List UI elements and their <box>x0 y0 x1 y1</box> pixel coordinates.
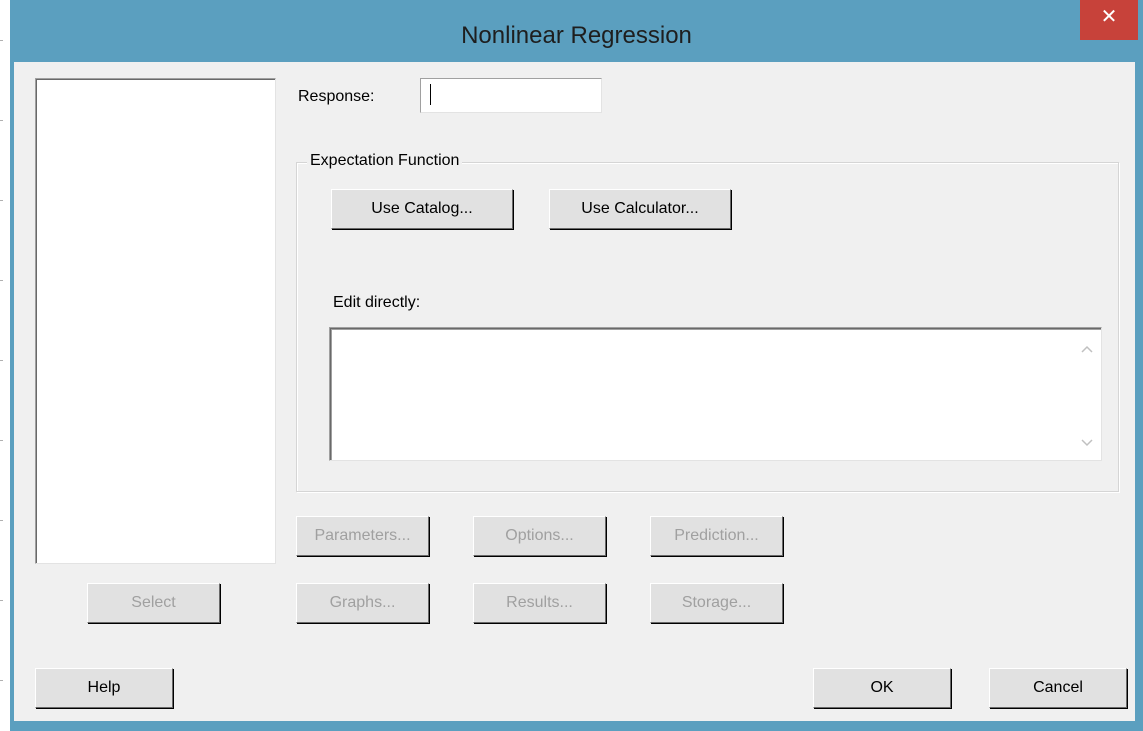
parameters-button[interactable]: Parameters... <box>296 516 429 556</box>
edge-tick <box>0 520 3 521</box>
edge-tick <box>0 360 3 361</box>
edge-tick <box>0 600 3 601</box>
use-calculator-button[interactable]: Use Calculator... <box>549 189 731 229</box>
scroll-down-icon[interactable] <box>1081 438 1093 448</box>
ok-button[interactable]: OK <box>813 668 951 708</box>
variables-list[interactable] <box>35 78 276 564</box>
close-button[interactable]: ✕ <box>1080 0 1138 40</box>
close-icon: ✕ <box>1100 6 1118 28</box>
results-button[interactable]: Results... <box>473 583 606 623</box>
cancel-button[interactable]: Cancel <box>989 668 1127 708</box>
left-edge-strip <box>0 0 10 731</box>
edge-tick <box>0 40 3 41</box>
window-bottom-border <box>10 721 1143 731</box>
dialog-client-area: Response: Expectation Function Use Catal… <box>14 62 1135 724</box>
edit-directly-label: Edit directly: <box>333 294 421 311</box>
options-button[interactable]: Options... <box>473 516 606 556</box>
edge-tick <box>0 680 3 681</box>
dialog-window: Nonlinear Regression ✕ Response: Expecta… <box>10 0 1143 731</box>
edge-tick <box>0 440 3 441</box>
response-input[interactable] <box>420 78 602 113</box>
prediction-button[interactable]: Prediction... <box>650 516 783 556</box>
expectation-function-group: Expectation Function Use Catalog... Use … <box>296 152 1119 492</box>
title-bar[interactable]: Nonlinear Regression ✕ <box>10 0 1143 62</box>
graphs-button[interactable]: Graphs... <box>296 583 429 623</box>
text-caret <box>430 84 431 105</box>
edge-tick <box>0 120 3 121</box>
dialog-title: Nonlinear Regression <box>461 22 692 49</box>
response-label: Response: <box>298 88 375 105</box>
use-catalog-button[interactable]: Use Catalog... <box>331 189 513 229</box>
expectation-function-textarea[interactable] <box>329 327 1102 461</box>
help-button[interactable]: Help <box>35 668 173 708</box>
scroll-up-icon[interactable] <box>1081 344 1093 354</box>
edge-tick <box>0 200 3 201</box>
storage-button[interactable]: Storage... <box>650 583 783 623</box>
select-button[interactable]: Select <box>87 583 220 623</box>
edge-tick <box>0 280 3 281</box>
expectation-function-title: Expectation Function <box>307 152 463 170</box>
